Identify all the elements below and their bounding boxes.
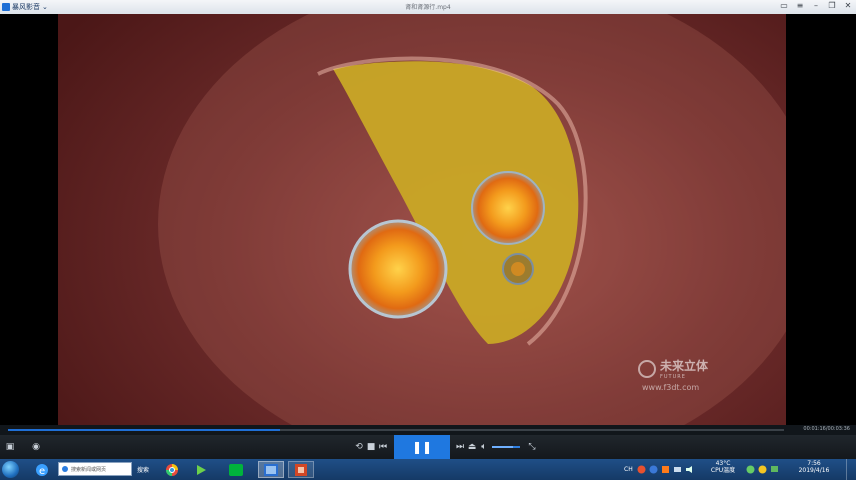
volume-icon[interactable]: 🔈︎ <box>479 441 489 453</box>
screen-icon[interactable]: ▭ <box>779 1 789 10</box>
clock-date: 2019/4/16 <box>798 467 830 474</box>
search-engine-icon <box>62 466 68 472</box>
window-title: 肾和肾源行.mp4 <box>405 4 451 11</box>
watermark-brand: 未来立体 <box>660 359 709 373</box>
clock-time: 7:56 <box>807 460 821 467</box>
seek-bar[interactable]: 00:01:16/00:03:36 <box>0 425 856 435</box>
seek-progress <box>8 429 280 431</box>
pause-button[interactable]: ❚❚ <box>394 435 450 459</box>
ie-icon[interactable]: e <box>32 461 52 478</box>
watermark-url: www.f3dt.com <box>642 383 700 392</box>
eye-icon[interactable]: ◉ <box>28 441 44 453</box>
video-area[interactable]: 未来立体 FUTURE www.f3dt.com <box>0 14 856 425</box>
brand-logo-icon <box>638 359 656 378</box>
alert-tray-icon[interactable] <box>757 461 767 478</box>
cpu-temp-label: CPU温度 <box>710 467 736 474</box>
stop-icon[interactable]: ■ <box>366 441 376 453</box>
sound-icon[interactable] <box>684 461 694 478</box>
ime-indicator[interactable]: CH <box>624 466 633 473</box>
volume-level <box>492 446 513 448</box>
screenshot-icon[interactable]: ▣ <box>4 441 16 453</box>
time-display: 00:01:16/00:03:36 <box>803 426 850 432</box>
volume-slider[interactable] <box>492 446 520 448</box>
menu-icon[interactable]: ≡ <box>795 1 805 10</box>
iqiyi-icon[interactable] <box>226 461 246 478</box>
start-button[interactable] <box>2 461 19 478</box>
cpu-temperature: 43°C CPU温度 <box>706 460 740 474</box>
fullscreen-icon[interactable]: ⤡ <box>526 441 538 453</box>
search-button[interactable]: 搜索 <box>134 462 152 476</box>
watermark: 未来立体 FUTURE <box>638 357 708 380</box>
next-icon[interactable]: ⏭ <box>455 441 465 453</box>
help-icon[interactable] <box>648 461 658 478</box>
flag-tray-icon[interactable] <box>769 461 779 478</box>
eject-icon[interactable]: ⏏ <box>467 441 477 453</box>
cpu-temp-value: 43°C <box>715 460 731 467</box>
taskbar-video-player[interactable] <box>258 461 284 478</box>
show-desktop-button[interactable] <box>846 459 856 480</box>
window-titlebar: 暴风影音 ⌄ 肾和肾源行.mp4 ▭ ≡ – ❐ ✕ <box>0 0 856 15</box>
pause-icon: ❚❚ <box>411 440 433 454</box>
search-input[interactable]: 搜索新闻或网页 <box>58 462 132 476</box>
windows-taskbar: e 搜索新闻或网页 搜索 CH 43°C CPU温度 7:56 2019/4/1… <box>0 459 856 480</box>
media-player-icon[interactable] <box>192 461 210 478</box>
video-frame: 未来立体 FUTURE www.f3dt.com <box>58 14 786 425</box>
restore-icon[interactable]: ❐ <box>827 1 837 10</box>
window-controls: ▭ ≡ – ❐ ✕ <box>779 1 853 10</box>
clock[interactable]: 7:56 2019/4/16 <box>794 460 834 474</box>
repeat-icon[interactable]: ⟲ <box>354 441 364 453</box>
security-icon[interactable] <box>660 461 670 478</box>
watermark-text: 未来立体 FUTURE <box>660 357 708 380</box>
sogou-icon[interactable] <box>636 461 646 478</box>
previous-icon[interactable]: ⏮ <box>378 441 388 453</box>
seek-track[interactable] <box>8 429 784 431</box>
network-icon[interactable] <box>672 461 682 478</box>
control-bar: ▣ ◉ ⟲ ■ ⏮ ❚❚ ⏭ ⏏ 🔈︎ ⤡ <box>0 435 856 459</box>
search-placeholder: 搜索新闻或网页 <box>71 466 107 473</box>
powerpoint-icon <box>295 463 307 476</box>
watermark-brand-sub: FUTURE <box>660 374 686 380</box>
minimize-icon[interactable]: – <box>811 1 821 10</box>
taskbar-powerpoint[interactable] <box>288 461 314 478</box>
close-icon[interactable]: ✕ <box>843 1 853 10</box>
video-player-icon <box>264 463 278 476</box>
chrome-icon[interactable] <box>163 461 181 478</box>
svg-text:e: e <box>39 466 45 477</box>
app-tray-icon[interactable] <box>745 461 755 478</box>
